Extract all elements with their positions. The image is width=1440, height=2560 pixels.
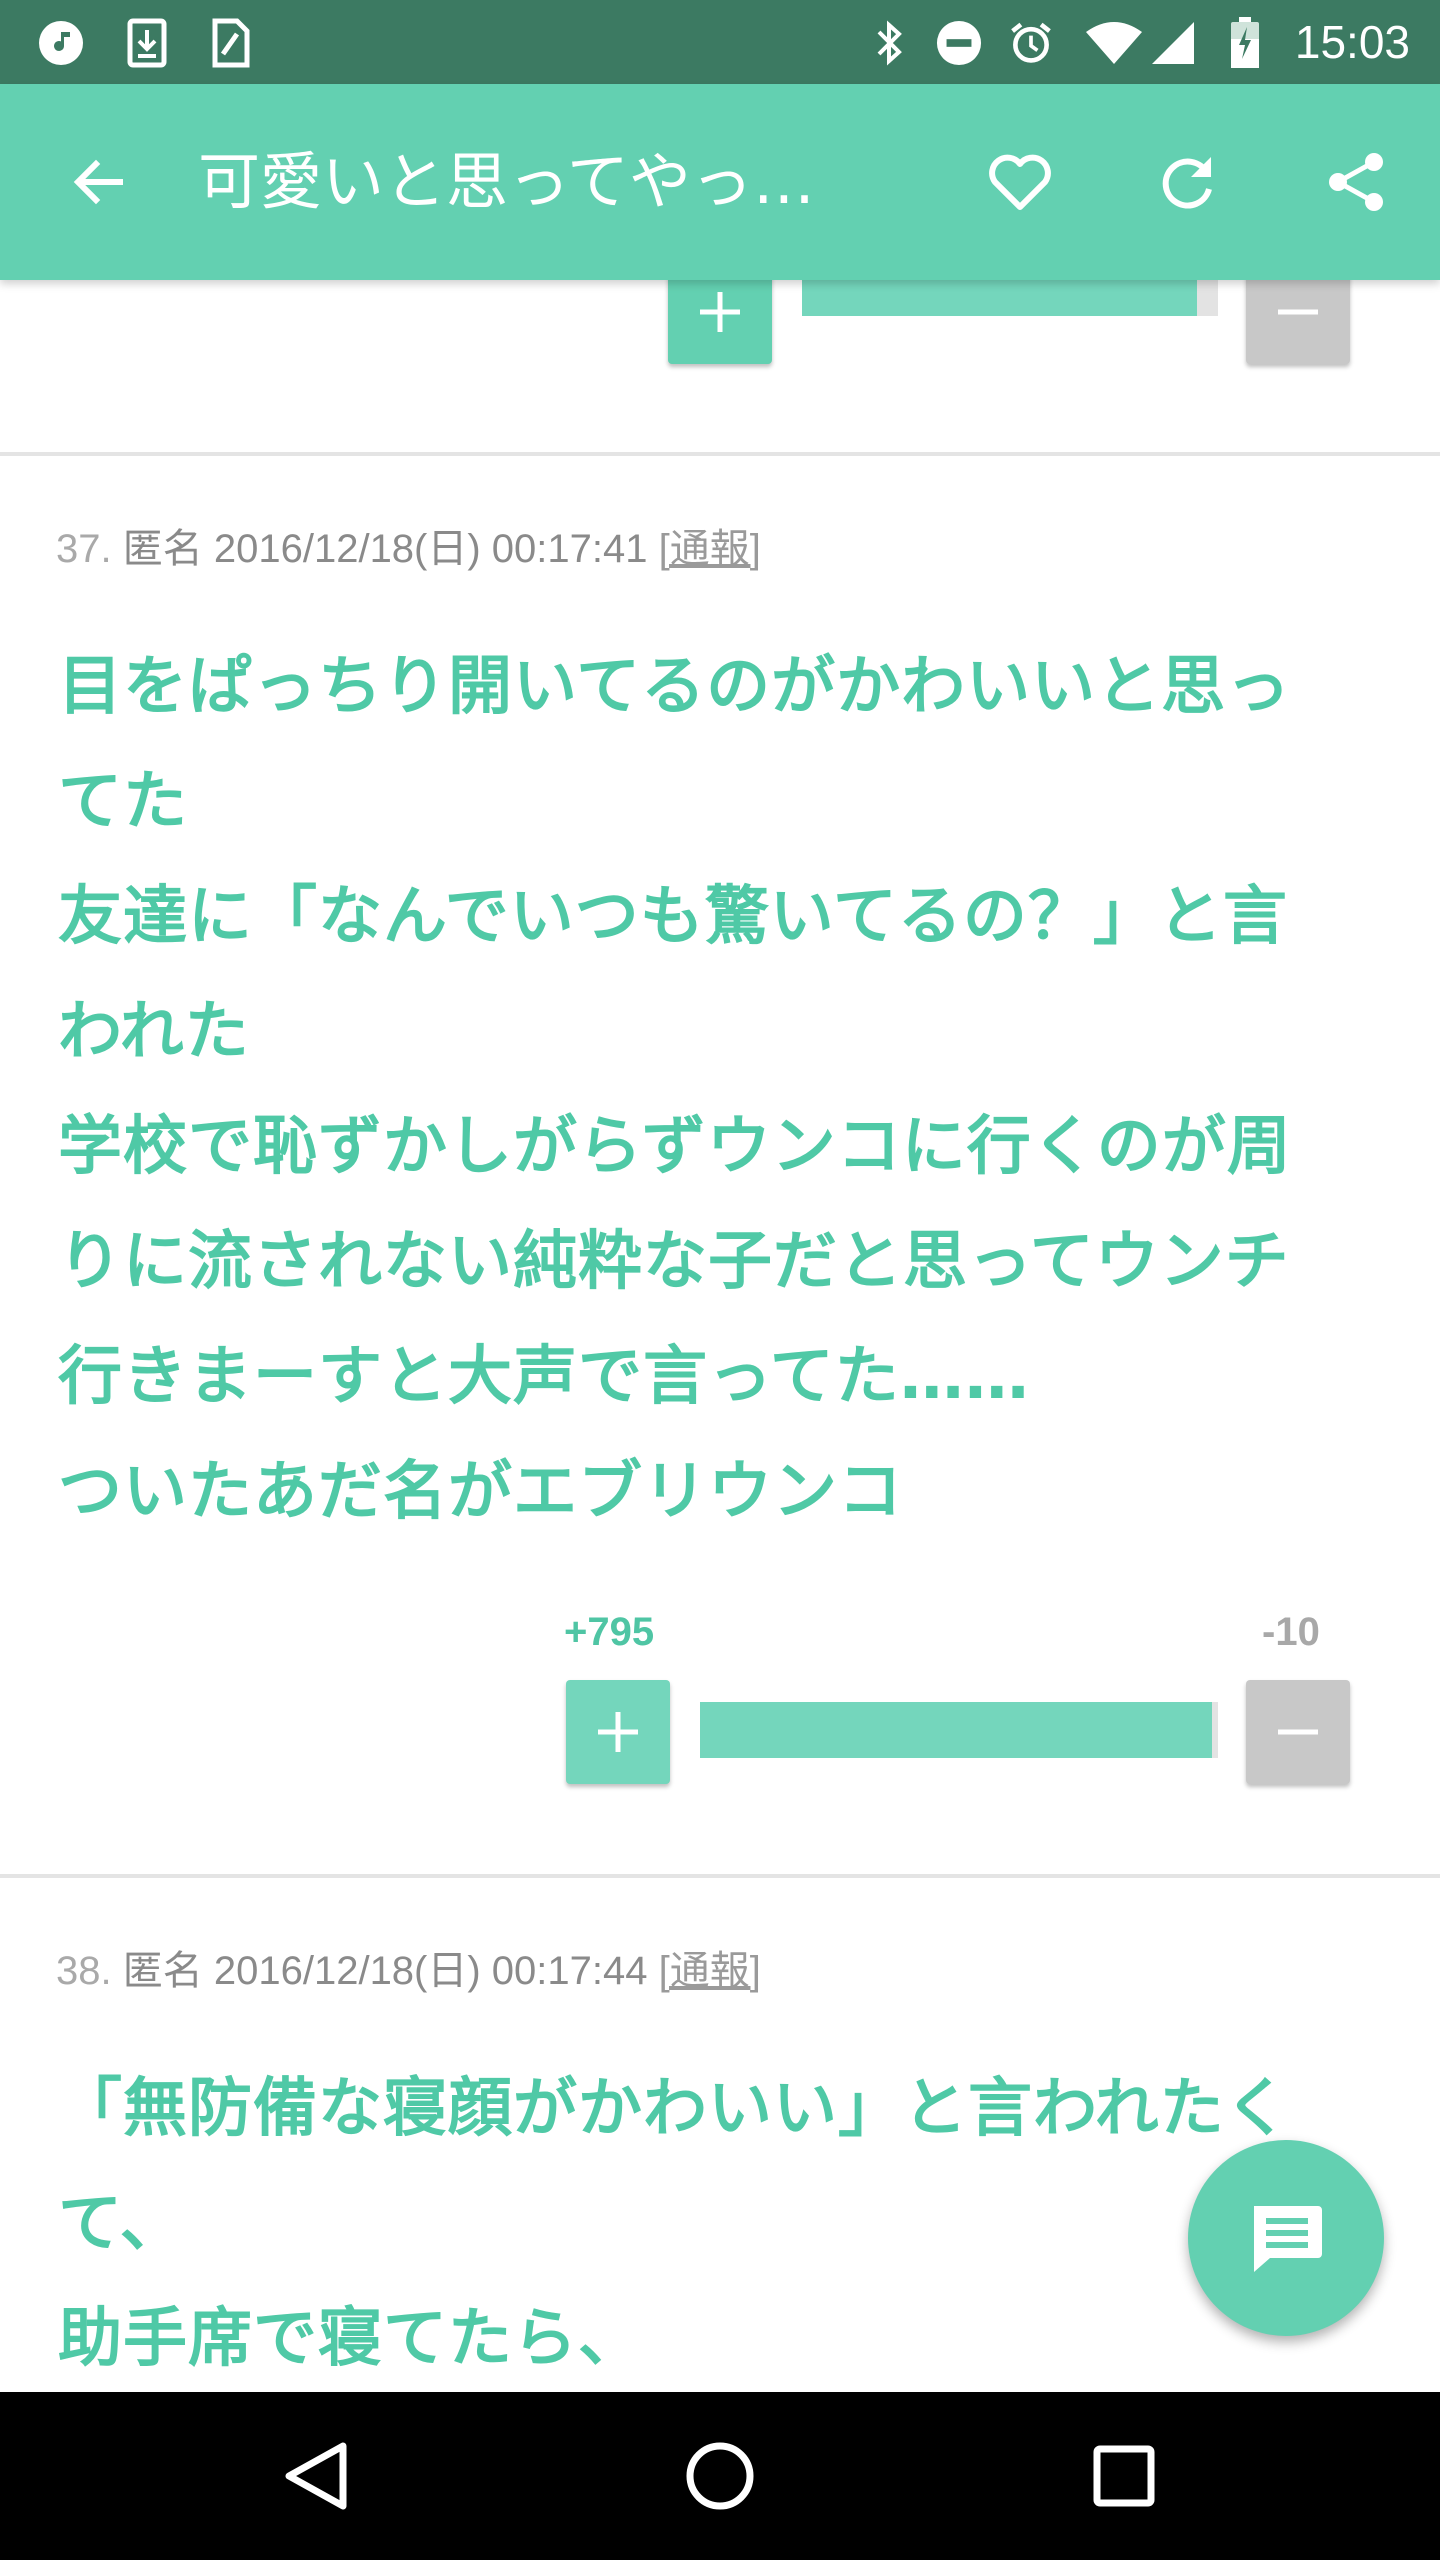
app-bar: 可愛いと思ってやっ… — [0, 84, 1440, 280]
comment-body: 目をぱっちり開いてるのがかわいいと思っ てた 友達に「なんでいつも驚いてるの？」… — [58, 630, 1398, 1550]
music-note-icon — [38, 20, 84, 66]
share-icon[interactable] — [1308, 134, 1404, 230]
comment-line: 学校で恥ずかしがらずウンコに行くのが周 — [58, 1110, 1292, 1184]
bluetooth-icon — [866, 20, 912, 66]
divider — [0, 452, 1440, 456]
comment-line: 助手席で寝てたら、 — [58, 2302, 643, 2376]
wifi-icon — [1084, 20, 1144, 66]
comment-icon — [1254, 2206, 1322, 2272]
heart-icon[interactable] — [972, 134, 1068, 230]
system-nav-bar — [0, 2392, 1440, 2560]
downvote-count: -10 — [1262, 1610, 1320, 1654]
clock-time: 15:03 — [1294, 16, 1410, 68]
comment-datetime: 2016/12/18(日) 00:17:41 — [213, 527, 648, 571]
sim-card-icon — [208, 18, 254, 68]
plus-icon — [700, 292, 740, 332]
comment-list[interactable]: 37. 匿名 2016/12/18(日) 00:17:41 [通報] 目をぱっち… — [0, 280, 1440, 2392]
vote-ratio-fill — [802, 280, 1198, 316]
vote-ratio-bar — [802, 280, 1218, 316]
vote-row-previous — [0, 280, 1440, 370]
compose-comment-button[interactable] — [1188, 2140, 1384, 2336]
vote-ratio-bar — [700, 1702, 1218, 1758]
comment-meta: 37. 匿名 2016/12/18(日) 00:17:41 [通報] — [56, 516, 761, 574]
downvote-button[interactable] — [1246, 1680, 1350, 1784]
plus-icon — [598, 1712, 638, 1752]
comment-line: てた — [58, 765, 188, 839]
arrow-back-icon[interactable] — [50, 134, 146, 230]
upvote-button[interactable] — [668, 280, 772, 364]
comment-author: 匿名 — [122, 527, 203, 571]
comment-line: 行きまーすと大声で言ってた…… — [58, 1340, 1030, 1414]
back-triangle-icon[interactable] — [266, 2426, 366, 2526]
comment-number: 38. — [56, 1949, 112, 1993]
recents-square-icon[interactable] — [1074, 2426, 1174, 2526]
comment-author: 匿名 — [122, 1949, 203, 1993]
page-title: 可愛いと思ってやっ… — [198, 145, 815, 218]
report-link[interactable]: [通報] — [659, 1949, 761, 1993]
comment-line: りに流されない純粋な子だと思ってウンチ — [58, 1225, 1290, 1299]
minus-icon — [1278, 1729, 1318, 1735]
comment-meta: 38. 匿名 2016/12/18(日) 00:17:44 [通報] — [56, 1938, 761, 1996]
upvote-button[interactable] — [566, 1680, 670, 1784]
upvote-count: +795 — [564, 1610, 655, 1654]
divider — [0, 1874, 1440, 1878]
status-bar: 15:03 — [0, 0, 1440, 84]
comment-line: 友達に「なんでいつも驚いてるの？」と言 — [58, 880, 1288, 954]
comment-line: 目をぱっちり開いてるのがかわいいと思っ — [58, 650, 1292, 724]
download-icon — [124, 18, 170, 68]
report-link[interactable]: [通報] — [659, 527, 761, 571]
do-not-disturb-icon — [936, 20, 982, 66]
refresh-icon[interactable] — [1140, 134, 1236, 230]
comment-line: われた — [58, 995, 250, 1069]
comment-line: 「無防備な寝顔がかわいい」と言われたく — [58, 2072, 1290, 2146]
vote-row — [0, 1680, 1440, 1790]
comment-number: 37. — [56, 527, 112, 571]
battery-charging-icon — [1222, 17, 1268, 68]
alarm-icon — [1008, 20, 1054, 66]
home-circle-icon[interactable] — [670, 2426, 770, 2526]
comment-line: ついたあだ名がエブリウンコ — [58, 1455, 903, 1529]
comment-datetime: 2016/12/18(日) 00:17:44 — [213, 1949, 648, 1993]
minus-icon — [1278, 309, 1318, 315]
cell-signal-icon — [1150, 20, 1196, 66]
downvote-button[interactable] — [1246, 280, 1350, 364]
vote-ratio-fill — [700, 1702, 1212, 1758]
